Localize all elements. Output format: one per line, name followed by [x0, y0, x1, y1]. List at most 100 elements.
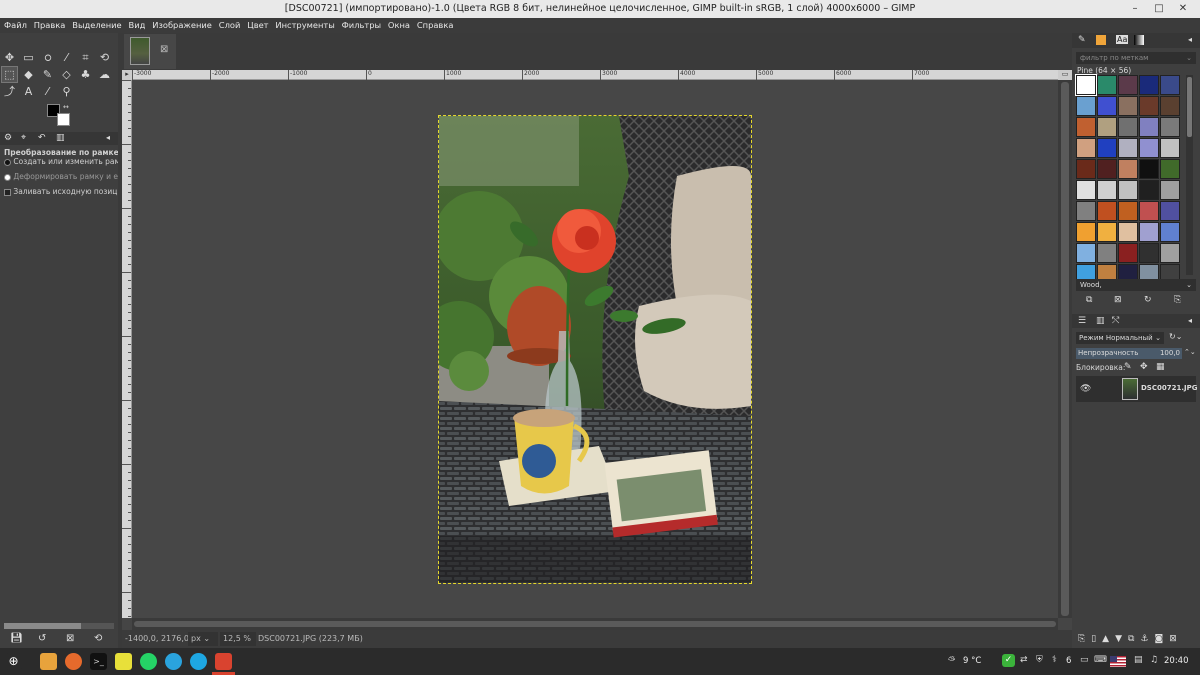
clock[interactable]: 20:40 — [1164, 656, 1189, 666]
files-icon[interactable] — [40, 653, 57, 670]
new-group-icon[interactable]: ▯ — [1091, 634, 1102, 644]
pattern-swatch[interactable] — [1118, 75, 1138, 95]
text-tool-icon[interactable]: A — [21, 84, 36, 99]
pattern-swatch[interactable] — [1097, 75, 1117, 95]
eraser-icon[interactable]: ◇ — [59, 67, 74, 82]
visibility-eye-icon[interactable]: 👁︎ — [1080, 384, 1091, 394]
dock-menu-icon[interactable]: ◂ — [106, 133, 110, 142]
pattern-swatch[interactable] — [1097, 222, 1117, 242]
pattern-swatch[interactable] — [1097, 138, 1117, 158]
pattern-scrollbar[interactable] — [1186, 75, 1193, 275]
pattern-swatch[interactable] — [1118, 138, 1138, 158]
horizontal-scrollbar[interactable] — [132, 618, 1058, 630]
telegram-icon[interactable] — [165, 653, 182, 670]
paths-icon[interactable]: ⤴ — [2, 84, 17, 99]
paintbrush-icon[interactable]: ✎ — [40, 67, 55, 82]
pattern-swatch[interactable] — [1160, 222, 1180, 242]
rotate-icon[interactable]: ⟲ — [97, 50, 112, 65]
bluetooth-icon[interactable]: ⚕ — [1052, 655, 1057, 665]
lower-layer-icon[interactable]: ▼ — [1115, 634, 1128, 644]
music-icon[interactable]: ♫ — [1150, 655, 1158, 665]
pattern-swatch[interactable] — [1097, 159, 1117, 179]
reset-icon[interactable]: ⟲ — [94, 633, 102, 644]
menu-file[interactable]: Файл — [4, 20, 27, 30]
pattern-swatch[interactable] — [1139, 243, 1159, 263]
clone-icon[interactable]: ♣ — [78, 67, 93, 82]
move-tool-icon[interactable]: ✥ — [2, 50, 17, 65]
vertical-ruler[interactable] — [122, 80, 132, 618]
pattern-swatch[interactable] — [1160, 75, 1180, 95]
pattern-swatch[interactable] — [1097, 117, 1117, 137]
chat-icon[interactable]: ▤ — [1134, 655, 1143, 665]
lock-pixels-icon[interactable]: ✎ — [1124, 362, 1132, 372]
images-tab-icon[interactable]: ▥ — [56, 133, 65, 143]
pattern-swatch[interactable] — [1118, 243, 1138, 263]
keyboard-icon[interactable]: ⌨ — [1094, 655, 1107, 665]
tag-filter-input[interactable]: фильтр по меткам ⌄ — [1076, 52, 1196, 64]
tool-options-tab-icon[interactable]: ⚙ — [4, 133, 12, 143]
pattern-swatch[interactable] — [1097, 201, 1117, 221]
raise-layer-icon[interactable]: ▲ — [1102, 634, 1115, 644]
pattern-swatch[interactable] — [1118, 222, 1138, 242]
unit-select[interactable]: px ⌄ — [188, 632, 218, 646]
pattern-swatch[interactable] — [1097, 180, 1117, 200]
maximize-icon[interactable]: □ — [1148, 0, 1170, 18]
cage-transform-icon[interactable]: ⬚ — [1, 66, 18, 83]
pattern-swatch[interactable] — [1160, 138, 1180, 158]
fonts-tab-icon[interactable]: Aa — [1116, 35, 1129, 44]
bucket-fill-icon[interactable]: ◆ — [21, 67, 36, 82]
option-deform[interactable]: Деформировать рамку и её — [4, 172, 123, 181]
color-picker-icon[interactable]: ⁄ — [40, 84, 55, 99]
delete-layer-icon[interactable]: ⊠ — [1169, 634, 1183, 644]
whatsapp-icon[interactable] — [140, 653, 157, 670]
menu-layer[interactable]: Слой — [219, 20, 241, 30]
opacity-stepper[interactable]: ⌃⌄ — [1184, 348, 1196, 356]
open-pattern-icon[interactable]: ⎘ — [1174, 295, 1181, 305]
layer-mode-select[interactable]: Режим Нормальный ⌄ — [1076, 332, 1164, 344]
mint-menu-icon[interactable]: ⊕ — [5, 653, 22, 670]
close-icon[interactable]: ✕ — [1172, 0, 1194, 18]
pattern-swatch[interactable] — [1139, 75, 1159, 95]
pattern-swatch[interactable] — [1160, 180, 1180, 200]
restore-icon[interactable]: ↺ — [38, 633, 46, 644]
pattern-swatch[interactable] — [1097, 96, 1117, 116]
patterns-tab-icon[interactable] — [1096, 35, 1106, 45]
undo-history-tab-icon[interactable]: ↶ — [38, 133, 46, 143]
layers-tab-icon[interactable]: ☰ — [1078, 316, 1086, 326]
rect-select-icon[interactable]: ▭ — [21, 50, 36, 65]
pattern-grid[interactable] — [1075, 74, 1184, 284]
ruler-corner-icon[interactable]: ▸ — [122, 70, 132, 80]
layer-row[interactable]: 👁︎ DSC00721.JPG — [1076, 376, 1197, 402]
pattern-swatch[interactable] — [1076, 117, 1096, 137]
pattern-swatch[interactable] — [1118, 159, 1138, 179]
brushes-tab-icon[interactable]: ✎ — [1078, 35, 1086, 45]
anchor-layer-icon[interactable]: ⚓︎ — [1140, 634, 1154, 644]
pattern-swatch[interactable] — [1097, 243, 1117, 263]
layer-name[interactable]: DSC00721.JPG — [1141, 384, 1197, 392]
pattern-swatch[interactable] — [1139, 138, 1159, 158]
pattern-swatch[interactable] — [1139, 159, 1159, 179]
device-status-tab-icon[interactable]: ⌖ — [21, 133, 26, 143]
pattern-swatch[interactable] — [1076, 138, 1096, 158]
zoom-select[interactable]: 12,5 % ⌄ — [220, 632, 256, 657]
smudge-icon[interactable]: ☁ — [97, 67, 112, 82]
pattern-swatch[interactable] — [1160, 117, 1180, 137]
pattern-swatch[interactable] — [1139, 201, 1159, 221]
pattern-swatch[interactable] — [1160, 243, 1180, 263]
horizontal-ruler[interactable]: -3000 -2000 -1000 0 1000 2000 3000 4000 5000 6000… — [132, 70, 1058, 80]
image-tab[interactable]: ⊠ — [124, 34, 176, 69]
menu-help[interactable]: Справка — [417, 20, 454, 30]
menu-edit[interactable]: Правка — [34, 20, 66, 30]
mask-icon[interactable]: ◙ — [1155, 634, 1170, 644]
pattern-swatch[interactable] — [1139, 96, 1159, 116]
menu-windows[interactable]: Окна — [388, 20, 410, 30]
dock-menu-right-icon[interactable]: ◂ — [1188, 35, 1192, 44]
pattern-swatch[interactable] — [1139, 180, 1159, 200]
us-flag-icon[interactable] — [1110, 656, 1126, 667]
pattern-swatch[interactable] — [1118, 201, 1138, 221]
gradients-tab-icon[interactable] — [1134, 35, 1144, 45]
notes-icon[interactable] — [115, 653, 132, 670]
image-canvas[interactable] — [438, 115, 752, 584]
skype-icon[interactable] — [190, 653, 207, 670]
pattern-swatch[interactable] — [1160, 96, 1180, 116]
